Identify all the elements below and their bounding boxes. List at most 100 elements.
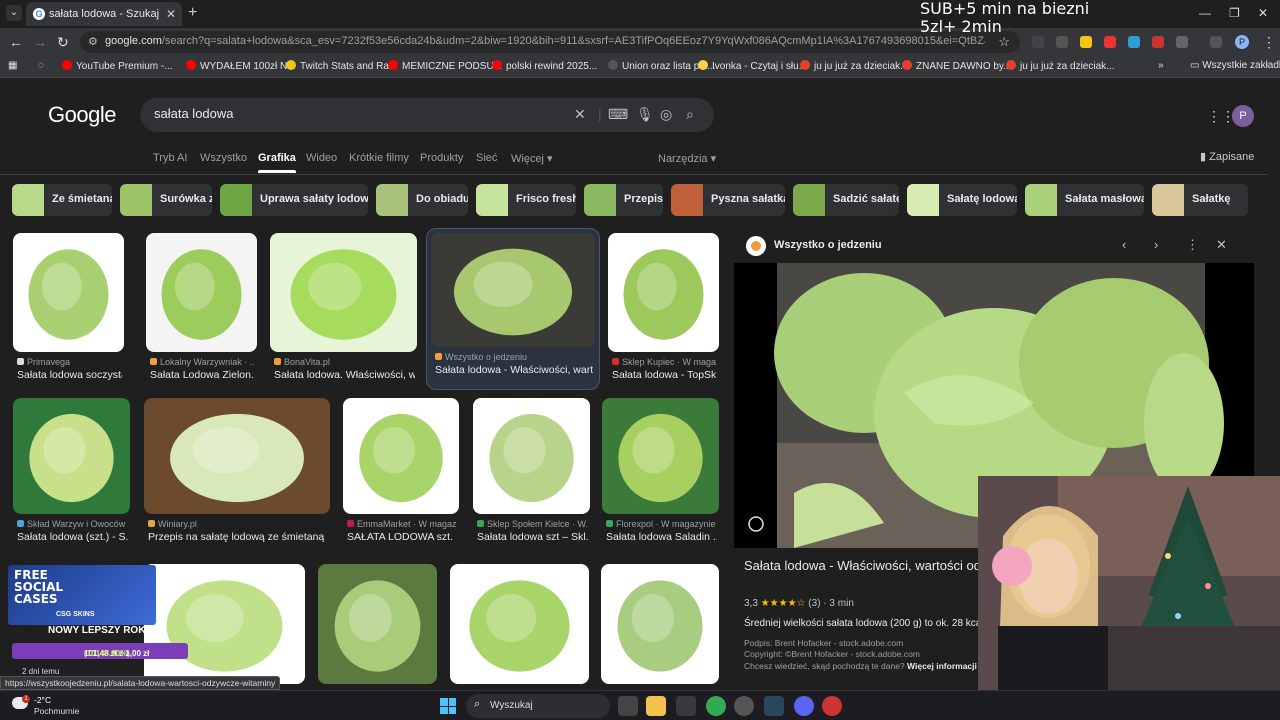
bookmark-item[interactable]: polski rewind 2025... <box>492 60 597 72</box>
image-result[interactable] <box>601 564 719 690</box>
tab-4[interactable]: Krótkie filmy <box>349 152 409 164</box>
new-tab-icon[interactable]: + <box>188 4 197 22</box>
address-bar[interactable]: ⚙ google.com/search?q=salata+lodowa&sca_… <box>80 31 1020 53</box>
image-result[interactable]: BonaVita.pl Sałata lodowa. Właściwości, w… <box>270 233 417 388</box>
tab-7[interactable]: Więcej ▾ <box>511 152 553 165</box>
search-icon[interactable]: ⌕ <box>686 106 694 123</box>
weather-widget[interactable]: 1 -2°C Pochmurnie <box>12 693 82 719</box>
bookmark-item[interactable]: ju ju już za dzieciak... <box>1006 60 1115 72</box>
result-thumbnail[interactable] <box>608 233 719 352</box>
result-thumbnail[interactable] <box>146 233 257 352</box>
lens-icon[interactable]: ◎ <box>660 106 672 123</box>
related-chip[interactable]: Frisco fresh <box>476 184 576 216</box>
extension-icon[interactable] <box>1128 36 1140 48</box>
image-result[interactable] <box>144 564 305 690</box>
all-bookmarks[interactable]: ▭ Wszystkie zakładki <box>1190 60 1280 71</box>
menu-kebab-icon[interactable]: ⋮ <box>1262 34 1276 51</box>
bookmark-item[interactable]: MEMICZNE PODSU... <box>388 60 502 72</box>
tab-2[interactable]: Grafika <box>258 152 296 173</box>
result-caption[interactable]: Sałata lodowa - Właściwości, wart... <box>435 364 593 376</box>
tab-5[interactable]: Produkty <box>420 152 463 164</box>
result-caption[interactable]: SAŁATA LODOWA szt. <box>347 531 457 543</box>
close-window-icon[interactable]: ✕ <box>1258 6 1268 20</box>
search-box[interactable]: ✕ | ⌨ 🎙 ◎ ⌕ <box>140 98 714 132</box>
tab-3[interactable]: Wideo <box>306 152 337 164</box>
result-caption[interactable]: Sałata lodowa szt – Skl... <box>477 531 588 543</box>
account-avatar[interactable]: P <box>1232 105 1254 127</box>
result-thumbnail[interactable] <box>473 398 590 514</box>
related-chip[interactable]: Sadzić sałatę <box>793 184 899 216</box>
image-result[interactable]: EmmaMarket · W magaz... SAŁATA LODOWA szt… <box>343 398 459 550</box>
image-result[interactable]: Winiary.pl Przepis na sałatę lodową ze śm… <box>144 398 330 550</box>
result-thumbnail[interactable] <box>450 564 589 684</box>
bookmark-icon[interactable]: ◌ <box>38 60 44 71</box>
result-thumbnail[interactable] <box>343 398 459 514</box>
browser-tab[interactable]: G sałata lodowa - Szukaj w Google ✕ <box>26 2 182 26</box>
related-chip[interactable]: Uprawa sałaty lodowej <box>220 184 368 216</box>
file-explorer-icon[interactable] <box>646 696 666 716</box>
related-chip[interactable]: Sałatę lodową <box>907 184 1017 216</box>
next-icon[interactable]: › <box>1154 237 1158 252</box>
image-result[interactable]: Florexpol · W magazynie Sałata lodowa Sal… <box>602 398 719 550</box>
related-chip[interactable]: Ze śmietaną <box>12 184 112 216</box>
result-thumbnail[interactable] <box>144 398 330 514</box>
extension-icon[interactable] <box>1104 36 1116 48</box>
profile-avatar[interactable]: P <box>1235 35 1249 49</box>
bookmark-item[interactable]: YouTube Premium -... <box>62 60 173 72</box>
related-chip[interactable]: Pyszna sałatka <box>671 184 785 216</box>
extension-icon[interactable] <box>1152 36 1164 48</box>
image-result[interactable]: Primavega Sałata lodowa soczysta ... <box>13 233 124 388</box>
related-chip[interactable]: Do obiadu <box>376 184 468 216</box>
related-chip[interactable]: Sałatkę <box>1152 184 1248 216</box>
image-result[interactable]: Skład Warzyw i Owoców ... Sałata lodowa (… <box>13 398 130 550</box>
result-caption[interactable]: Sałata lodowa - TopSk... <box>612 369 717 381</box>
image-result[interactable] <box>450 564 589 690</box>
image-result[interactable]: Sklep Kupiec · W maga... Sałata lodowa - … <box>608 233 719 388</box>
related-chip[interactable]: Przepis <box>584 184 663 216</box>
result-thumbnail[interactable] <box>318 564 437 684</box>
result-caption[interactable]: Sałata lodowa soczysta ... <box>17 369 122 381</box>
bookmark-item[interactable]: ju ju już za dzieciak... <box>800 60 909 72</box>
related-chip[interactable]: Surówka z <box>120 184 212 216</box>
more-info-link[interactable]: Więcej informacji <box>907 661 977 671</box>
tab-0[interactable]: Tryb AI <box>153 152 187 164</box>
google-logo[interactable]: Google <box>48 102 116 128</box>
extensions-puzzle-icon[interactable] <box>1176 36 1188 48</box>
result-thumbnail[interactable] <box>270 233 417 352</box>
search-input[interactable] <box>154 106 554 121</box>
image-result[interactable]: Sklep Społem Kielce · W... Sałata lodowa … <box>473 398 590 550</box>
bookmark-item[interactable]: ZNANE DAWNO by... <box>902 60 1012 72</box>
extension-icon[interactable] <box>1032 36 1044 48</box>
discord-icon[interactable] <box>794 696 814 716</box>
result-thumbnail[interactable] <box>13 398 130 514</box>
image-result[interactable]: Wszystko o jedzeniu Sałata lodowa - Właśc… <box>431 233 595 383</box>
saved-button[interactable]: ▮ Zapisane <box>1200 150 1254 163</box>
tab-search-icon[interactable]: ⌄ <box>6 5 22 21</box>
result-thumbnail[interactable] <box>601 564 719 684</box>
app-icon[interactable] <box>734 696 754 716</box>
task-view-icon[interactable] <box>618 696 638 716</box>
tools-button[interactable]: Narzędzia ▾ <box>658 152 716 165</box>
store-icon[interactable] <box>676 696 696 716</box>
result-caption[interactable]: Sałata lodowa Saladin ... <box>606 531 717 543</box>
extension-icon[interactable] <box>1080 36 1092 48</box>
image-result[interactable]: Lokalny Warzywniak · ... Sałata Lodowa Zi… <box>146 233 257 388</box>
back-icon[interactable]: ← <box>9 34 23 50</box>
result-caption[interactable]: Sałata lodowa (szt.) - S... <box>17 531 128 543</box>
result-caption[interactable]: Sałata lodowa. Właściwości, w... <box>274 369 415 381</box>
bookmark-item[interactable]: Ivonka - Czytaj i słu... <box>698 60 807 72</box>
site-info-icon[interactable]: ⚙ <box>88 35 98 48</box>
result-thumbnail[interactable] <box>602 398 719 514</box>
extension-icon[interactable] <box>1056 36 1068 48</box>
forward-icon[interactable]: → <box>33 34 47 50</box>
tab-1[interactable]: Wszystko <box>200 152 247 164</box>
steam-icon[interactable] <box>764 696 784 716</box>
clear-icon[interactable]: ✕ <box>574 106 586 123</box>
panel-source[interactable]: Wszystko o jedzeniu <box>774 239 882 251</box>
previous-icon[interactable]: ‹ <box>1122 237 1126 252</box>
start-icon[interactable] <box>440 698 456 714</box>
result-caption[interactable]: Przepis na sałatę lodową ze śmietaną | .… <box>148 531 328 543</box>
minimize-icon[interactable]: — <box>1199 6 1211 20</box>
bookmark-item[interactable]: Twitch Stats and Ra... <box>286 60 397 72</box>
result-thumbnail[interactable] <box>13 233 124 352</box>
